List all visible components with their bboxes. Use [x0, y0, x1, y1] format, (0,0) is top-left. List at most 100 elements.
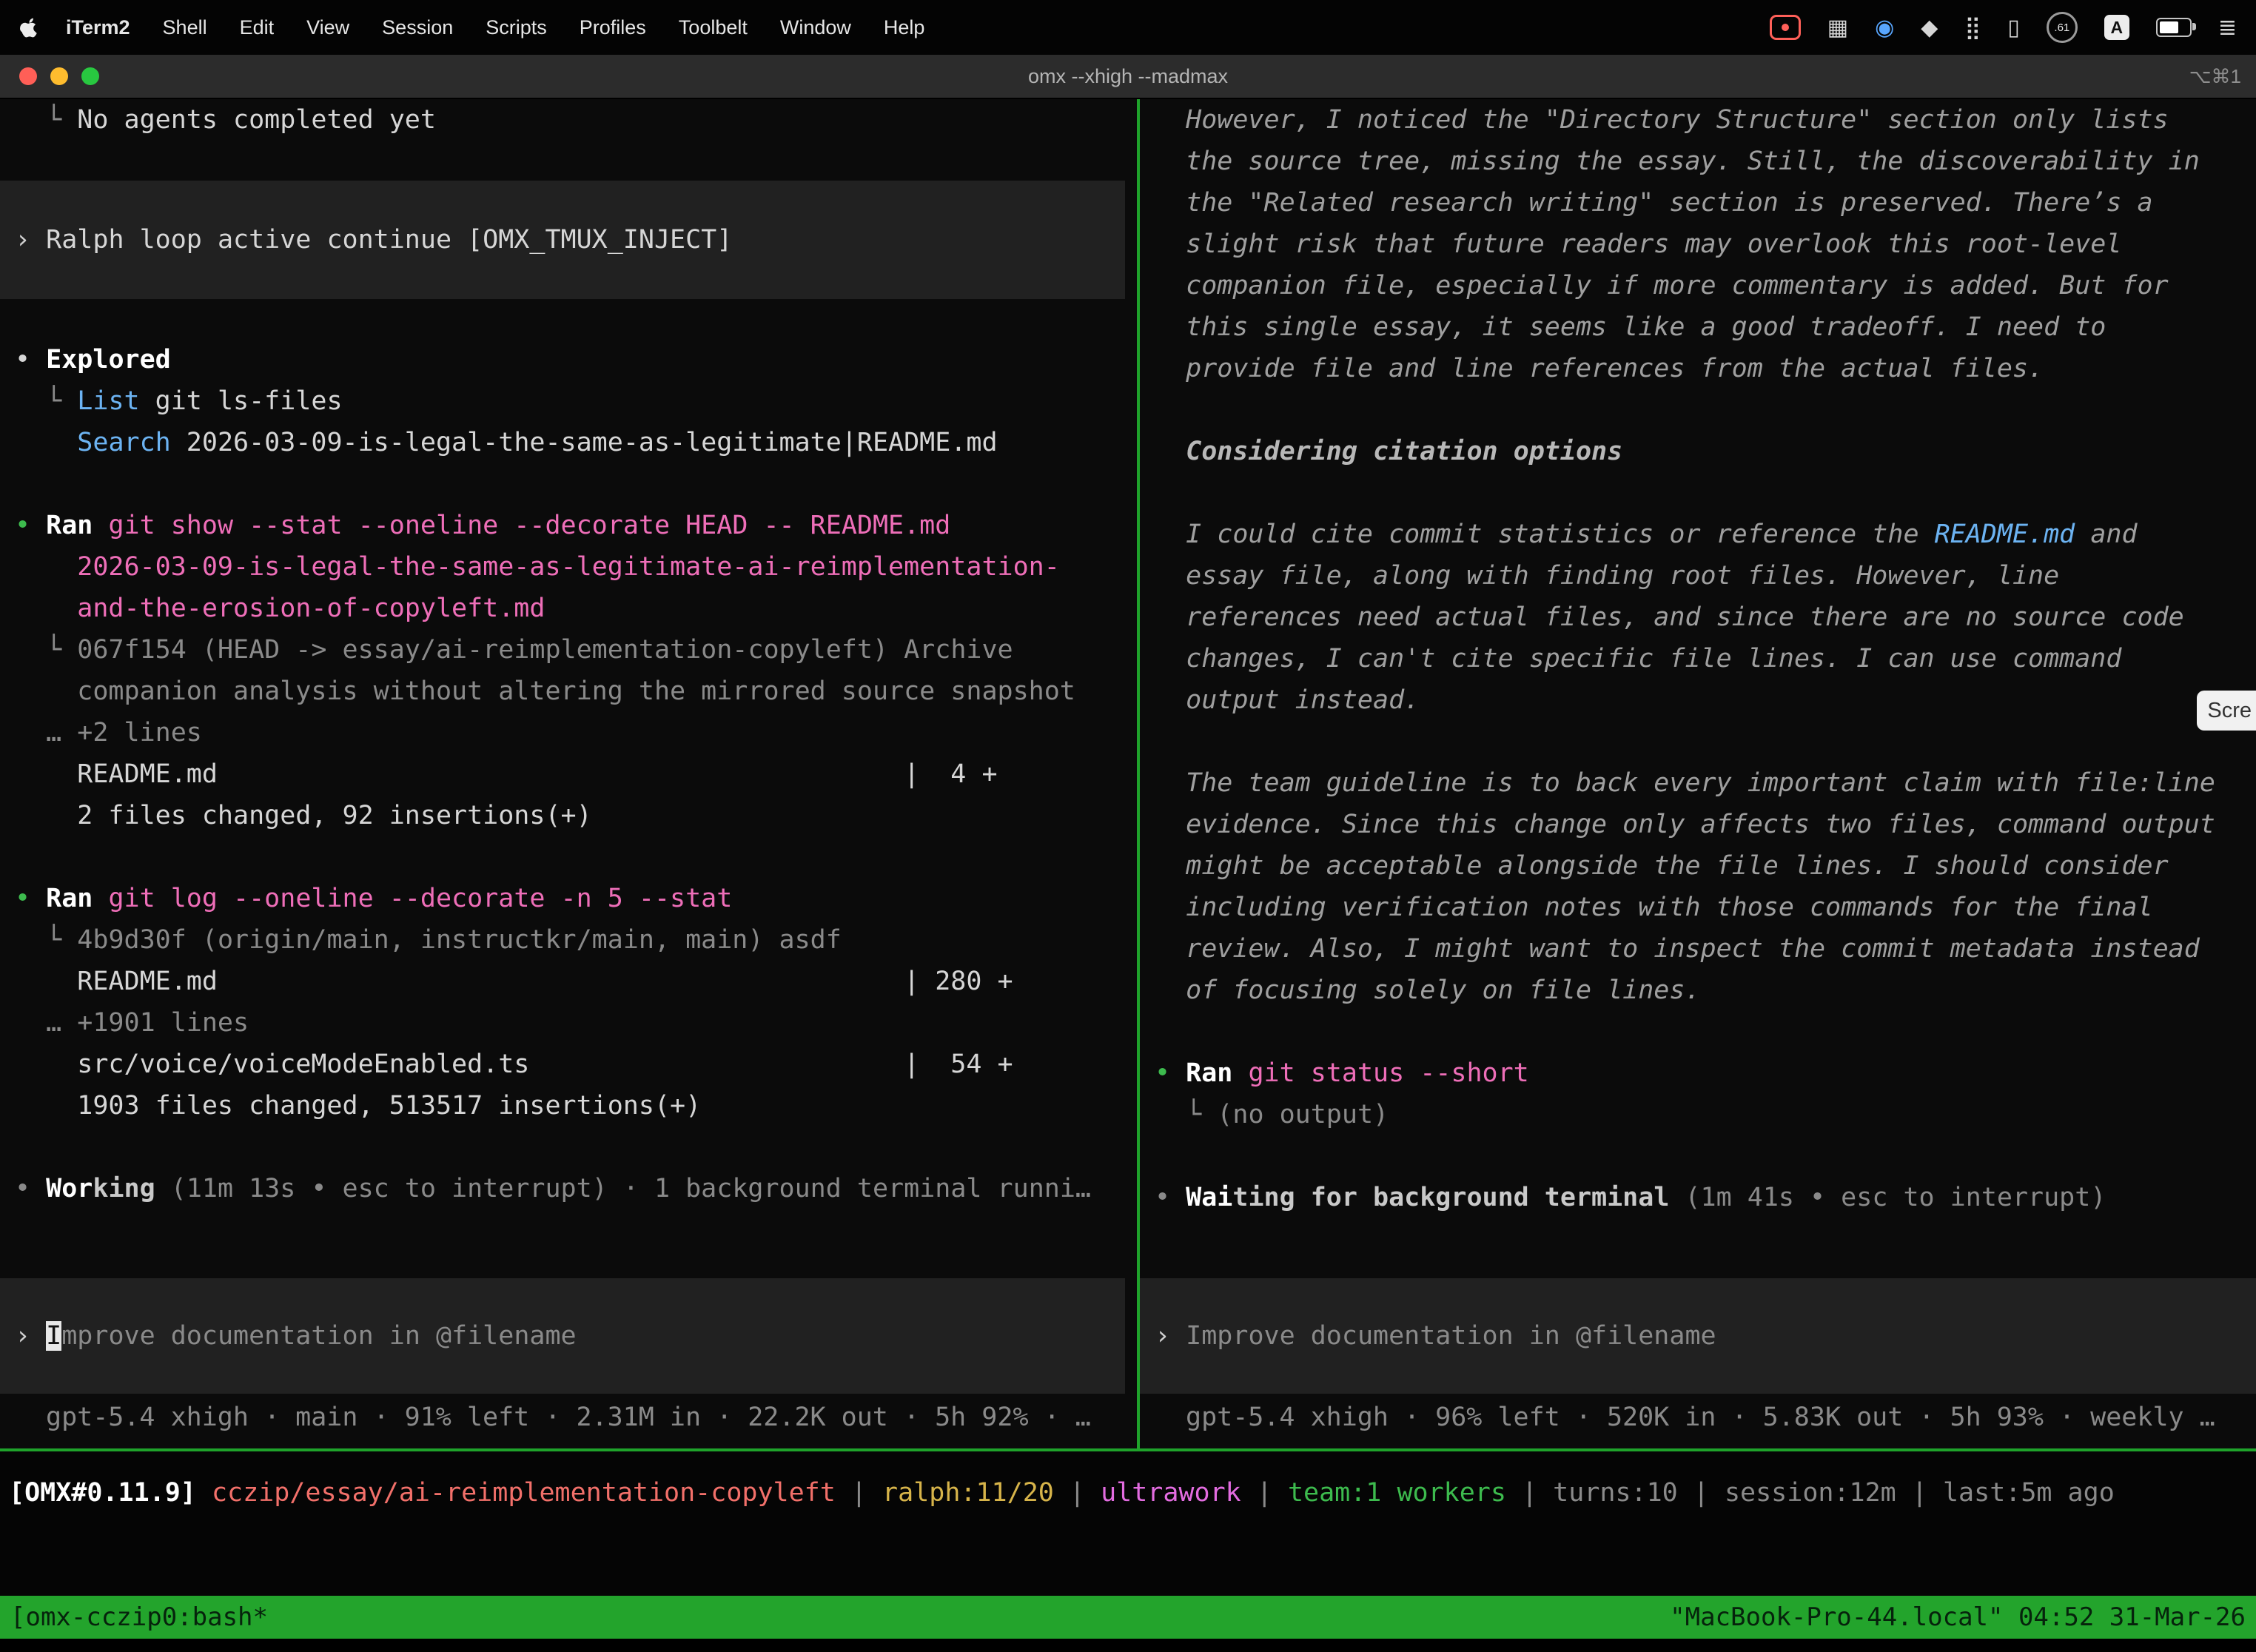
text-segment: git status --short — [1248, 1058, 1528, 1088]
window-title-bar[interactable]: omx --xhigh --madmax ⌥⌘1 — [0, 55, 2256, 99]
menu-item-view[interactable]: View — [290, 16, 366, 39]
left-prompt-input[interactable]: › Improve documentation in @filename — [0, 1278, 1125, 1394]
window-title: omx --xhigh --madmax — [1028, 65, 1228, 88]
menu-item-profiles[interactable]: Profiles — [563, 16, 662, 39]
text-segment: › — [1155, 1321, 1186, 1351]
text-segment: the source tree, missing the essay. Stil… — [1155, 147, 2200, 176]
text-segment: • — [1155, 1058, 1186, 1088]
terminal-line — [1140, 1011, 2256, 1052]
menu-item-shell[interactable]: Shell — [147, 16, 224, 39]
terminal-line — [1140, 472, 2256, 514]
menu-item-window[interactable]: Window — [764, 16, 867, 39]
text-segment: 2 files changed, 92 insertions(+) — [15, 801, 592, 830]
terminal-line: 1903 files changed, 513517 insertions(+) — [0, 1085, 1137, 1126]
right-pane: However, I noticed the "Directory Struct… — [1140, 99, 2256, 1448]
app-blue-icon[interactable]: ◉ — [1875, 15, 1894, 41]
text-segment: | — [1506, 1478, 1553, 1508]
text-segment: might be acceptable alongside the file l… — [1155, 851, 2169, 881]
menu-item-session[interactable]: Session — [366, 16, 469, 39]
terminal-line: might be acceptable alongside the file l… — [1140, 845, 2256, 887]
terminal-line: 2 files changed, 92 insertions(+) — [0, 795, 1137, 836]
tmux-host-clock: "MacBook-Pro-44.local" 04:52 31-Mar-26 — [1670, 1602, 2246, 1632]
text-segment: and-the-erosion-of-copyleft.md — [15, 594, 545, 623]
terminal-line: changes, I can't cite specific file line… — [1140, 638, 2256, 679]
omx-team: team:1 workers — [1288, 1478, 1506, 1508]
text-segment: README.md | 280 + — [15, 967, 1013, 996]
omx-turns: turns:10 — [1553, 1478, 1678, 1508]
text-segment: • — [15, 511, 46, 540]
text-segment: README.md — [1935, 520, 2075, 549]
text-segment: › — [15, 1321, 46, 1351]
terminal-line — [1140, 389, 2256, 431]
terminal-line: └ List git ls-files — [0, 380, 1137, 422]
apple-menu-icon[interactable] — [19, 16, 39, 39]
menu-status-icons: ▦ ◉ ◆ ⣿ ▯ .61 A ≣ — [1770, 12, 2237, 43]
minimize-button[interactable] — [50, 67, 68, 85]
reasoning-heading: Considering citation options — [1140, 431, 2256, 472]
ran-git-show: • Ran git show --stat --oneline --decora… — [0, 505, 1137, 546]
right-prompt-input[interactable]: › Improve documentation in @filename — [1140, 1278, 2256, 1394]
terminal-line: └ (no output) — [1140, 1094, 2256, 1135]
text-segment — [93, 511, 108, 540]
text-segment: Ran — [46, 884, 93, 913]
menu-item-edit[interactable]: Edit — [224, 16, 291, 39]
terminal-line: including verification notes with those … — [1140, 887, 2256, 928]
terminal-line — [0, 836, 1137, 878]
text-segment: companion analysis without altering the … — [15, 676, 1075, 706]
terminal-line: the "Related research writing" section i… — [1140, 182, 2256, 224]
text-segment: and — [2075, 520, 2137, 549]
menu-item-iterm2[interactable]: iTerm2 — [50, 16, 147, 39]
text-segment: this single essay, it seems like a good … — [1155, 312, 2106, 342]
terminal-line — [0, 1126, 1137, 1168]
right-model-status-line: gpt-5.4 xhigh · 96% left · 520K in · 5.8… — [1140, 1397, 2256, 1438]
terminal-line: 2026-03-09-is-legal-the-same-as-legitima… — [0, 546, 1137, 588]
terminal-line: references need actual files, and since … — [1140, 597, 2256, 638]
text-segment: 2026-03-09-is-legal-the-same-as-legitima… — [15, 552, 1060, 582]
text-segment: › — [15, 225, 46, 255]
omx-branch: cczip/essay/ai-reimplementation-copyleft — [212, 1478, 836, 1508]
zoom-button[interactable] — [81, 67, 99, 85]
terminal-panes: └ No agents completed yet › Ralph loop ac… — [0, 99, 2256, 1448]
control-center-icon[interactable]: ≣ — [2218, 15, 2237, 41]
text-segment: Ran — [46, 511, 93, 540]
battery-percent-badge[interactable]: .61 — [2047, 12, 2078, 43]
terminal-line: output instead. — [1140, 679, 2256, 721]
text-segment — [93, 884, 108, 913]
text-segment — [1155, 437, 1186, 466]
terminal-line: src/voice/voiceModeEnabled.ts | 54 + — [0, 1044, 1137, 1085]
text-segment — [196, 1478, 212, 1508]
text-segment: Search — [77, 428, 170, 457]
menu-item-toolbelt[interactable]: Toolbelt — [662, 16, 764, 39]
menu-item-scripts[interactable]: Scripts — [469, 16, 563, 39]
right-scrollback: However, I noticed the "Directory Struct… — [1140, 99, 2256, 1278]
tmux-status-bar: [omx-cczip0:bash* "MacBook-Pro-44.local"… — [0, 1596, 2256, 1639]
terminal-line: README.md | 4 + — [0, 753, 1137, 795]
text-segment: review. Also, I might want to inspect th… — [1155, 934, 2200, 964]
left-prompt-line[interactable]: › Improve documentation in @filename — [0, 1315, 1125, 1357]
text-segment: Wai — [1186, 1183, 1232, 1212]
ran-git-log: • Ran git log --oneline --decorate -n 5 … — [0, 878, 1137, 919]
waiting-status-line: • Waiting for background terminal (1m 41… — [1140, 1177, 2256, 1218]
text-segment: Explored — [46, 345, 171, 375]
terminal-line: evidence. Since this change only affects… — [1140, 804, 2256, 845]
terminal-line — [0, 463, 1137, 505]
close-button[interactable] — [19, 67, 37, 85]
screen-share-tooltip[interactable]: Scre — [2197, 691, 2256, 731]
menu-item-help[interactable]: Help — [867, 16, 941, 39]
traffic-lights — [19, 67, 99, 85]
screen-record-icon[interactable] — [1770, 15, 1801, 40]
battery-icon[interactable] — [2156, 18, 2192, 37]
iphone-icon[interactable]: ▯ — [2007, 15, 2020, 41]
text-segment: Improve documentation in @filename — [1186, 1321, 1716, 1351]
text-segment: Ralph loop active continue [OMX_TMUX_INJ… — [46, 225, 732, 255]
text-segment: … +1901 lines — [15, 1008, 249, 1038]
terminal-line: essay file, along with finding root file… — [1140, 555, 2256, 597]
text-segment: └ — [15, 635, 77, 665]
app-dark-icon[interactable]: ◆ — [1921, 15, 1938, 41]
input-source-icon[interactable]: A — [2104, 15, 2129, 40]
right-prompt-line[interactable]: › Improve documentation in @filename — [1140, 1315, 2256, 1357]
text-segment: The team guideline is to back every impo… — [1155, 768, 2215, 798]
agents-status-line: └ No agents completed yet — [0, 99, 1137, 141]
apps-grid-icon[interactable]: ⣿ — [1964, 15, 1981, 41]
screen-mirror-icon[interactable]: ▦ — [1827, 15, 1848, 41]
